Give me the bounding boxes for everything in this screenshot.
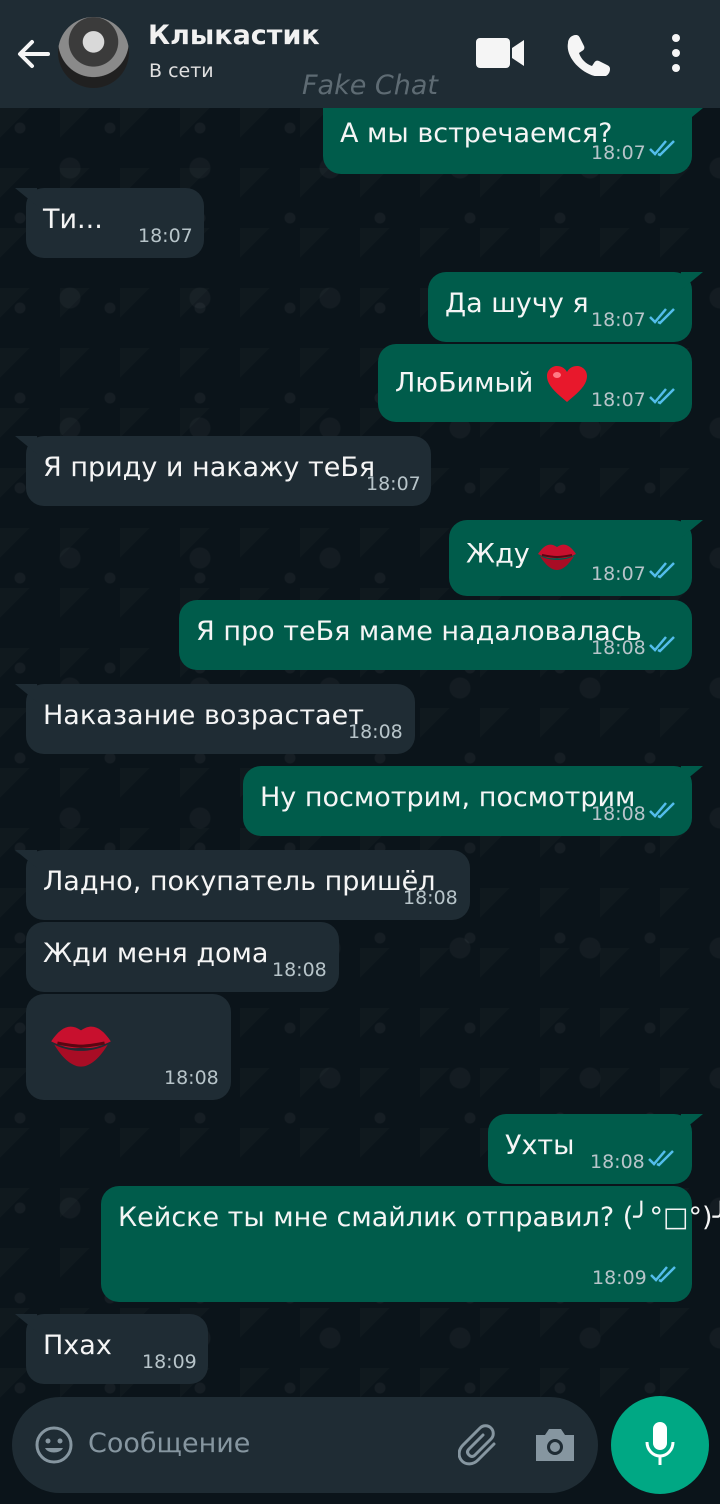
read-ticks-icon: [650, 1266, 676, 1283]
message-text: Да шучу я: [445, 288, 589, 319]
message-time: 18:07: [138, 225, 193, 247]
message-label: Жду: [466, 538, 530, 570]
more-options-icon[interactable]: [664, 32, 688, 76]
message-text: ЛюБимый: [395, 364, 589, 404]
message-text: Ну посмотрим, посмотрим: [260, 782, 636, 813]
message-time: 18:08: [272, 959, 327, 981]
message-text: Я про теБя маме надаловалась: [196, 616, 642, 647]
message-outgoing[interactable]: А мы встречаемся? 18:07: [323, 108, 703, 174]
message-time: 18:08: [590, 1151, 645, 1173]
read-ticks-icon: [649, 636, 675, 653]
message-outgoing[interactable]: Кейске ты мне смайлик отправил? (╯°□°)╯ …: [101, 1186, 720, 1302]
message-time: 18:07: [366, 473, 421, 495]
camera-icon[interactable]: [532, 1425, 578, 1465]
bubble-tail: [681, 1114, 703, 1132]
message-outgoing[interactable]: ЛюБимый 18:07: [378, 344, 692, 422]
message-time: 18:08: [591, 637, 646, 659]
message-text: Ухты: [505, 1130, 575, 1161]
message-time: 18:08: [591, 803, 646, 825]
read-ticks-icon: [649, 802, 675, 819]
message-incoming[interactable]: Я приду и накажу теБя 18:07: [15, 436, 431, 506]
contact-name[interactable]: Клыкастик: [148, 20, 320, 51]
message-text: Кейске ты мне смайлик отправил? (╯°□°)╯: [118, 1202, 720, 1233]
red-heart-icon: [547, 366, 588, 402]
message-text: Пхах: [43, 1330, 112, 1361]
avatar[interactable]: [58, 17, 129, 88]
video-call-icon[interactable]: [474, 32, 526, 74]
message-incoming[interactable]: Жди меня дома 18:08: [26, 922, 339, 992]
message-outgoing[interactable]: Да шучу я 18:07: [428, 272, 703, 342]
bubble-tail: [15, 684, 37, 702]
message-time: 18:08: [164, 1067, 219, 1089]
bubble-tail: [15, 436, 37, 454]
bubble-tail: [681, 272, 703, 290]
message-text: Ти...: [43, 204, 103, 235]
message-text: Жду: [466, 538, 578, 572]
message-incoming[interactable]: Ти... 18:07: [15, 188, 204, 258]
microphone-icon: [645, 1422, 675, 1465]
microphone-button[interactable]: [611, 1396, 709, 1494]
read-ticks-icon: [648, 1150, 674, 1167]
message-text: А мы встречаемся?: [340, 118, 613, 149]
message-time: 18:07: [591, 563, 646, 585]
bubble-tail: [681, 766, 703, 784]
message-list[interactable]: А мы встречаемся? 18:07 Ти... 18:07 Да ш…: [0, 108, 720, 1398]
message-time: 18:07: [591, 309, 646, 331]
message-incoming[interactable]: Пхах 18:09: [15, 1314, 208, 1384]
phone-icon[interactable]: [566, 32, 610, 76]
read-ticks-icon: [649, 308, 675, 325]
message-time: 18:08: [348, 721, 403, 743]
message-outgoing[interactable]: Жду 18:07: [449, 520, 703, 596]
emoji-icon[interactable]: [34, 1425, 74, 1465]
message-composer: Сообщение: [12, 1397, 598, 1493]
message-label: ЛюБимый: [395, 367, 534, 399]
bubble-tail: [15, 1314, 37, 1332]
read-ticks-icon: [649, 388, 675, 405]
message-outgoing[interactable]: Ухты 18:08: [488, 1114, 703, 1184]
contact-status: В сети: [149, 60, 214, 82]
read-ticks-icon: [649, 562, 675, 579]
watermark: Fake Chat: [302, 70, 439, 101]
message-input[interactable]: Сообщение: [88, 1428, 250, 1459]
attach-icon[interactable]: [458, 1424, 502, 1468]
message-outgoing[interactable]: Я про теБя маме надаловалась 18:08: [179, 600, 692, 670]
message-incoming[interactable]: Наказание возрастает 18:08: [15, 684, 415, 754]
kiss-mark-icon: [51, 1026, 111, 1067]
message-time: 18:09: [142, 1351, 197, 1373]
read-ticks-icon: [649, 140, 675, 157]
message-time: 18:09: [592, 1267, 647, 1289]
chat-header: Клыкастик В сети Fake Chat: [0, 0, 720, 108]
message-time: 18:08: [403, 887, 458, 909]
bubble-tail: [681, 108, 703, 126]
message-outgoing[interactable]: Ну посмотрим, посмотрим 18:08: [243, 766, 703, 836]
message-time: 18:07: [591, 389, 646, 411]
bubble-tail: [681, 520, 703, 538]
kiss-mark-icon: [537, 544, 576, 570]
bubble-tail: [15, 850, 37, 868]
back-arrow-icon[interactable]: [14, 34, 54, 74]
message-text: Я приду и накажу теБя: [43, 452, 376, 483]
message-time: 18:07: [591, 142, 646, 164]
message-text: Наказание возрастает: [43, 700, 364, 731]
message-text: Жди меня дома: [43, 938, 269, 969]
message-incoming[interactable]: Ладно, покупатель пришёл 18:08: [15, 850, 470, 920]
bubble-tail: [15, 188, 37, 206]
message-text: Ладно, покупатель пришёл: [43, 866, 436, 897]
message-incoming[interactable]: 18:08: [26, 994, 231, 1100]
